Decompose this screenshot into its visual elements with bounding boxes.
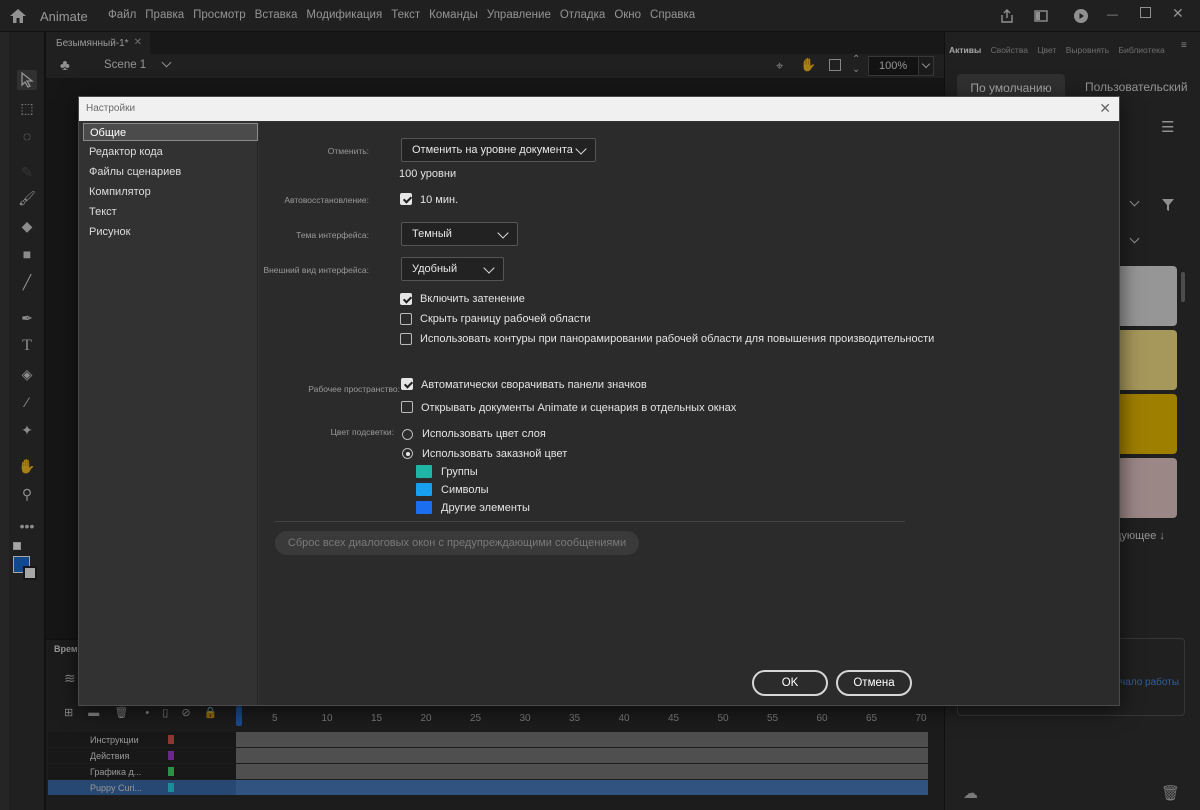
nav-general[interactable]: Общие [83,123,258,141]
hide-border-label: Скрыть границу рабочей области [420,313,591,325]
dialog-titlebar: Настройки ✕ [79,97,1119,121]
separate-windows-label: Открывать документы Animate и сценария в… [421,402,737,414]
highlight-label: Цвет подсветки: [330,427,394,437]
other-color-swatch[interactable] [416,501,432,514]
groups-color-swatch[interactable] [416,465,432,478]
autocollapse-label: Автоматически сворачивать панели значков [421,379,647,391]
reset-dialogs-button[interactable]: Сброс всех диалоговых окон с предупрежда… [275,531,639,555]
other-swatch-label: Другие элементы [441,502,530,514]
close-icon[interactable]: ✕ [1099,100,1111,117]
undo-levels[interactable]: 100 уровни [399,168,456,180]
autocollapse-checkbox[interactable] [401,378,413,390]
outlines-checkbox[interactable] [400,333,412,345]
custom-color-label: Использовать заказной цвет [422,448,568,460]
look-dropdown[interactable]: Удобный [401,257,504,281]
nav-text[interactable]: Текст [83,203,258,221]
symbols-swatch-label: Символы [441,484,489,496]
workspace-label: Рабочее пространство: [308,384,400,394]
theme-dropdown[interactable]: Темный [401,222,518,246]
dialog-title: Настройки [86,103,136,114]
preferences-content: Отменить: Отменить на уровне документа 1… [259,122,1119,705]
custom-color-radio[interactable] [402,448,413,459]
preferences-nav: Общие Редактор кода Файлы сценариев Комп… [81,122,258,705]
look-value: Удобный [412,263,458,275]
ok-button[interactable]: OK [752,670,828,696]
autosave-checkbox[interactable] [400,193,412,205]
look-label: Внешний вид интерфейса: [263,265,369,275]
hide-border-checkbox[interactable] [400,313,412,325]
undo-dropdown[interactable]: Отменить на уровне документа [401,138,596,162]
nav-script-files[interactable]: Файлы сценариев [83,163,258,181]
layer-color-label: Использовать цвет слоя [422,428,546,440]
theme-value: Темный [412,228,452,240]
shading-label: Включить затенение [420,293,525,305]
theme-label: Тема интерфейса: [296,230,369,240]
shading-checkbox[interactable] [400,293,412,305]
autosave-label: Автовосстановление: [284,195,369,205]
undo-value: Отменить на уровне документа [412,144,573,156]
divider [275,521,905,522]
preferences-dialog: Настройки ✕ Общие Редактор кода Файлы сц… [78,96,1120,706]
autosave-value[interactable]: 10 мин. [420,194,458,206]
symbols-color-swatch[interactable] [416,483,432,496]
separate-windows-checkbox[interactable] [401,401,413,413]
undo-label: Отменить: [327,146,369,156]
outlines-label: Использовать контуры при панорамировании… [420,333,935,345]
groups-swatch-label: Группы [441,466,478,478]
cancel-button[interactable]: Отмена [836,670,912,696]
layer-color-radio[interactable] [402,429,413,440]
